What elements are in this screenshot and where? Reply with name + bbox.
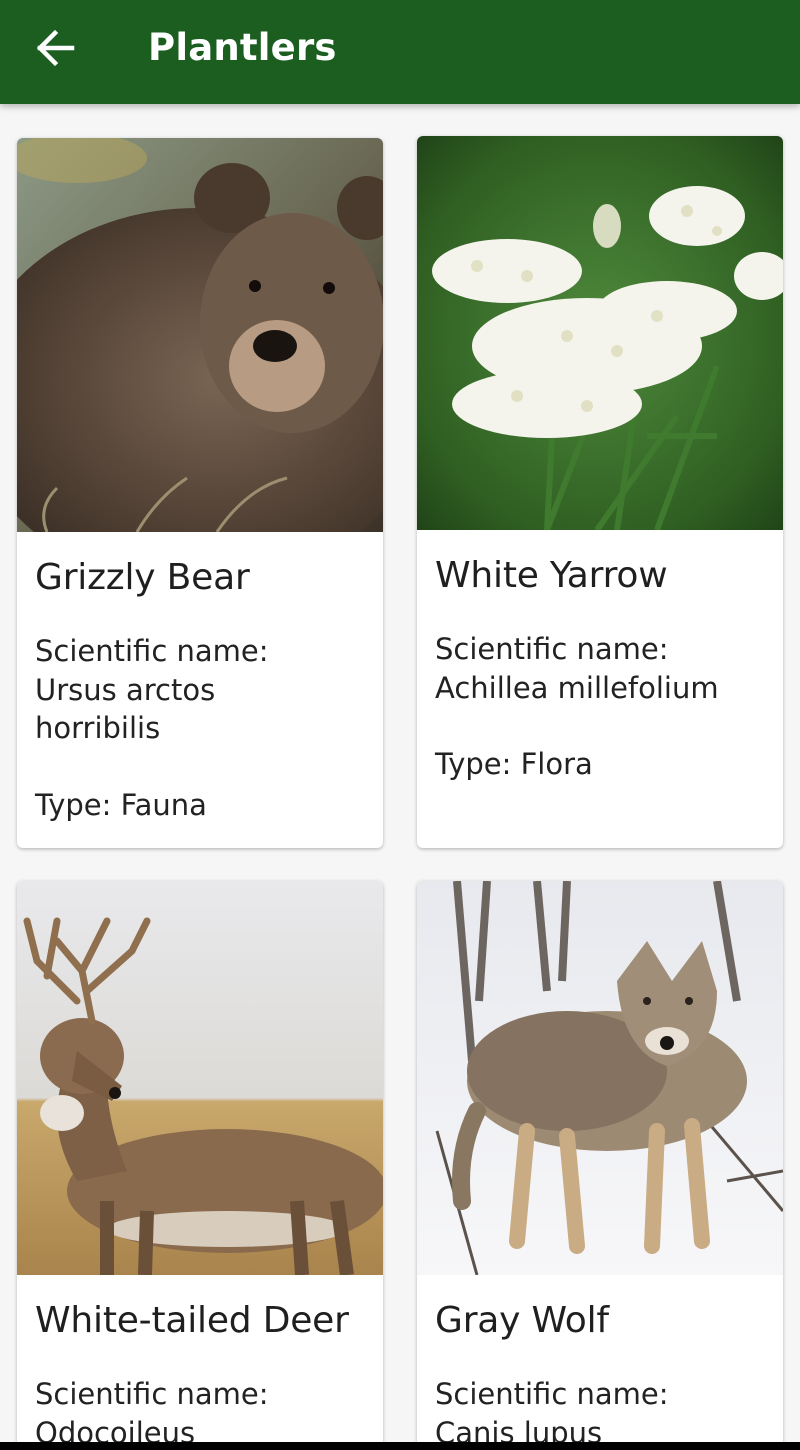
bottom-edge — [0, 1442, 800, 1450]
white-yarrow-photo — [417, 136, 783, 530]
scientific-name-line: horribilis — [35, 711, 161, 745]
app-bar: Plantlers — [0, 0, 800, 104]
card-title: White-tailed Deer — [35, 1300, 349, 1341]
type-label: Type: Fauna — [35, 787, 207, 822]
card-title: Grizzly Bear — [35, 557, 250, 598]
scientific-name-line: Ursus arctos — [35, 672, 216, 707]
back-button[interactable] — [30, 24, 86, 72]
white-tailed-deer-photo — [17, 881, 383, 1275]
scientific-name-label: Scientific name: — [435, 632, 669, 666]
scientific-name-line: Achillea millefolium — [435, 670, 719, 705]
card-details: Scientific name: Ursus arctos horribilis… — [35, 632, 365, 824]
card-details: Scientific name: Canis lupus — [435, 1375, 765, 1450]
card-details: Scientific name: Achillea millefolium Ty… — [435, 630, 765, 784]
card-title: White Yarrow — [435, 555, 668, 596]
scientific-name-label: Scientific name: — [35, 1377, 269, 1411]
arrow-left-icon — [36, 29, 75, 67]
species-card-grizzly-bear[interactable]: Grizzly Bear Scientific name: Ursus arct… — [17, 138, 383, 848]
type-label: Type: Flora — [435, 747, 593, 781]
scientific-name-label: Scientific name: — [435, 1377, 669, 1411]
card-title: Gray Wolf — [435, 1300, 609, 1341]
species-card-gray-wolf[interactable]: Gray Wolf Scientific name: Canis lupus — [417, 881, 783, 1450]
gray-wolf-photo — [417, 881, 783, 1275]
grizzly-bear-photo — [17, 138, 383, 532]
scientific-name-label: Scientific name: — [35, 634, 269, 668]
card-details: Scientific name: Odocoileus — [35, 1375, 365, 1450]
species-card-white-yarrow[interactable]: White Yarrow Scientific name: Achillea m… — [417, 136, 783, 848]
species-card-white-tailed-deer[interactable]: White-tailed Deer Scientific name: Odoco… — [17, 881, 383, 1450]
app-title: Plantlers — [148, 26, 337, 69]
